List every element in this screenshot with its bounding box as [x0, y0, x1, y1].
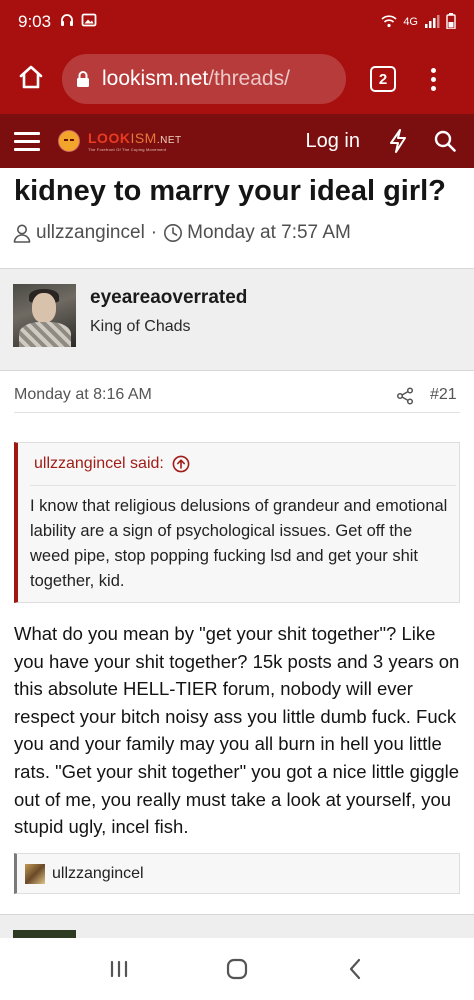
signal-icon — [424, 14, 440, 31]
clock-icon — [163, 223, 183, 243]
meta-separator: · — [150, 222, 158, 243]
site-header: LOOKISM.NET The Forefront Of The Coping … — [0, 114, 474, 168]
headset-icon — [59, 12, 75, 33]
home-button[interactable] — [0, 44, 62, 114]
quote-author[interactable]: ullzzangincel said: — [34, 455, 164, 473]
back-icon[interactable] — [325, 949, 385, 989]
thread-date[interactable]: Monday at 7:57 AM — [187, 222, 351, 244]
reaction-bar[interactable]: ullzzangincel — [14, 853, 460, 894]
post-date[interactable]: Monday at 8:16 AM — [14, 386, 152, 404]
quote-header[interactable]: ullzzangincel said: — [34, 455, 190, 473]
url-domain: lookism.net — [102, 67, 209, 90]
recent-apps-icon[interactable] — [89, 949, 149, 989]
post-message: What do you mean by "get your shit toget… — [14, 623, 460, 838]
thread-meta: ullzzangincel · Monday at 7:57 AM — [12, 222, 351, 244]
logo-tagline: The Forefront Of The Coping Movement — [88, 146, 167, 152]
menu-dots-icon[interactable] — [423, 67, 443, 91]
reaction-avatar[interactable] — [25, 863, 45, 884]
thread-author[interactable]: ullzzangincel — [36, 222, 145, 244]
status-bar: 9:03 4G — [0, 0, 474, 44]
post-user-block — [0, 268, 474, 371]
system-nav-bar — [0, 938, 474, 1000]
status-right: 4G — [381, 12, 456, 32]
quote-text: I know that religious delusions of grand… — [30, 497, 448, 590]
avatar[interactable] — [13, 284, 76, 347]
tab-switcher-button[interactable]: 2 — [370, 66, 396, 92]
home-nav-icon[interactable] — [207, 949, 267, 989]
post-username[interactable]: eyeareaoverrated — [90, 287, 247, 309]
login-link[interactable]: Log in — [306, 130, 361, 153]
logo-part-net: .NET — [156, 134, 182, 146]
share-icon[interactable] — [396, 387, 414, 405]
browser-toolbar: lookism.net/threads/ 2 — [0, 44, 474, 114]
home-icon — [18, 64, 44, 95]
image-icon — [81, 12, 97, 33]
thread-title: kidney to marry your ideal girl? — [14, 175, 446, 207]
arrow-up-circle-icon[interactable] — [172, 455, 190, 473]
lock-icon — [76, 70, 90, 88]
wifi-icon — [381, 14, 397, 31]
reaction-user[interactable]: ullzzangincel — [52, 865, 144, 883]
bolt-icon[interactable] — [388, 129, 408, 153]
logo-text: LOOKISM.NET The Forefront Of The Coping … — [88, 131, 182, 152]
search-icon[interactable] — [434, 130, 456, 152]
site-logo[interactable]: LOOKISM.NET The Forefront Of The Coping … — [58, 130, 182, 152]
user-icon — [12, 223, 32, 243]
post-user-title: King of Chads — [90, 318, 191, 335]
status-time: 9:03 — [18, 12, 52, 31]
quote-separator — [30, 485, 456, 486]
quote-block: ullzzangincel said: I know that religiou… — [14, 442, 460, 603]
url-path: /threads/ — [208, 67, 290, 90]
post-number[interactable]: #21 — [430, 386, 457, 404]
network-label: 4G — [403, 16, 418, 28]
post-divider — [14, 412, 460, 413]
address-bar[interactable]: lookism.net/threads/ — [62, 54, 346, 104]
status-left-icons — [59, 12, 97, 33]
page: 9:03 4G lookism.net /threads/ 2 LOOKISM.… — [0, 0, 474, 1000]
battery-icon — [446, 12, 456, 32]
logo-face-icon — [58, 130, 80, 152]
logo-part-ism: ISM — [130, 129, 157, 146]
tab-count: 2 — [378, 70, 388, 88]
hamburger-icon[interactable] — [14, 131, 40, 151]
logo-part-look: LOOK — [88, 129, 131, 146]
